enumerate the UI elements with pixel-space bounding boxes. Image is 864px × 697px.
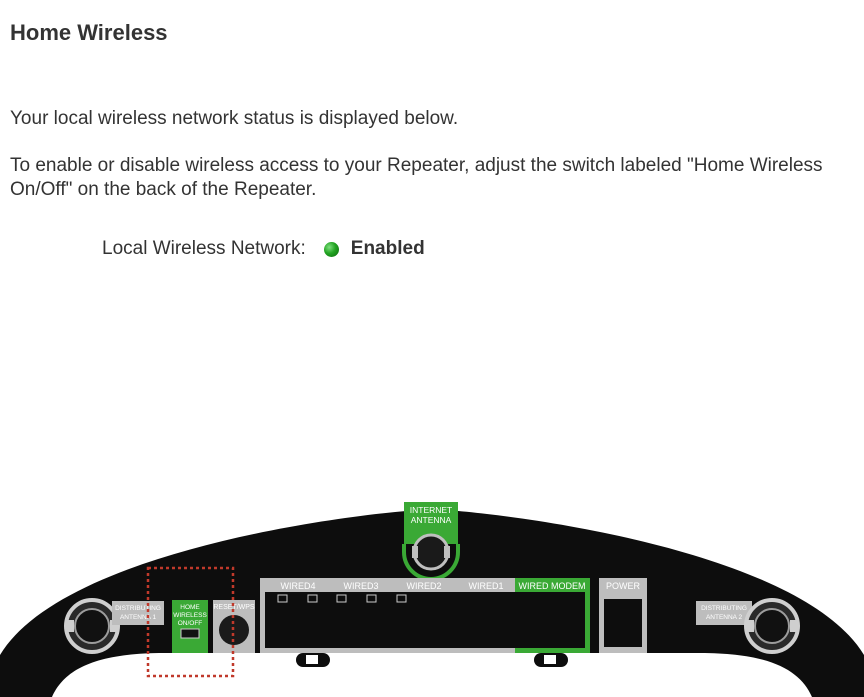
home-wireless-switch: HOME WIRELESS ON/OFF	[172, 600, 208, 653]
port-wired3-label: WIRED3	[343, 581, 378, 591]
device-foot-right-slot	[544, 655, 556, 664]
home-wireless-label-1: HOME	[180, 604, 200, 611]
intro-text: Your local wireless network status is di…	[10, 108, 459, 129]
power-label: POWER	[606, 581, 641, 591]
port-wired1-label: WIRED1	[468, 581, 503, 591]
port-wired2-label: WIRED2	[406, 581, 441, 591]
device-foot-left-slot	[306, 655, 318, 664]
wireless-status-value: Enabled	[350, 238, 425, 259]
repeater-back-panel-diagram: INTERNET ANTENNA DISTRIBUTING ANTENNA 1 …	[0, 502, 864, 697]
distributing-antenna-2-label-1: DISTRIBUTING	[701, 605, 747, 612]
distributing-antenna-2-label-2: ANTENNA 2	[706, 614, 743, 621]
wired-modem-label: WIRED MODEM	[519, 581, 586, 591]
device-inner-opening	[100, 663, 764, 697]
status-indicator-icon	[323, 241, 339, 257]
distributing-antenna-1-label-1: DISTRIBUTING	[115, 605, 161, 612]
wireless-status-row: Local Wireless Network: Enabled	[102, 238, 425, 260]
power-port: POWER	[599, 578, 647, 653]
wireless-status-label: Local Wireless Network:	[102, 238, 306, 259]
wired-ports-panel: WIRED4 WIRED3 WIRED2 WIRED1 WIRED MODEM	[260, 578, 590, 653]
home-wireless-label-2: WIRELESS	[173, 612, 207, 619]
instructions-text: To enable or disable wireless access to …	[10, 155, 823, 200]
home-wireless-label-3: ON/OFF	[178, 620, 203, 627]
port-wired4-label: WIRED4	[280, 581, 315, 591]
distributing-antenna-1-label-2: ANTENNA 1	[120, 614, 157, 621]
internet-antenna-label-2: ANTENNA	[411, 515, 452, 525]
internet-antenna-label-1: INTERNET	[410, 505, 453, 515]
page-title: Home Wireless	[10, 20, 168, 45]
